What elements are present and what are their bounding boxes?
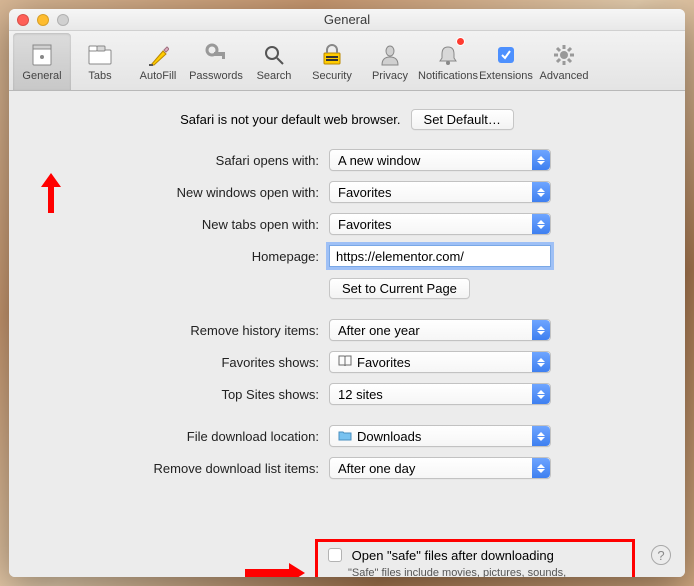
window-title: General <box>9 12 685 27</box>
favorites-shows-select[interactable]: Favorites <box>329 351 551 373</box>
remove-history-label: Remove history items: <box>29 323 329 338</box>
chevron-updown-icon <box>532 320 550 340</box>
tab-label: Tabs <box>88 70 111 82</box>
favorites-shows-label: Favorites shows: <box>29 355 329 370</box>
tab-search[interactable]: Search <box>245 33 303 90</box>
tab-autofill[interactable]: AutoFill <box>129 33 187 90</box>
download-location-select[interactable]: Downloads <box>329 425 551 447</box>
extensions-icon <box>495 42 517 68</box>
advanced-icon <box>553 42 575 68</box>
tab-advanced[interactable]: Advanced <box>535 33 593 90</box>
opens-with-select[interactable]: A new window <box>329 149 551 171</box>
content-pane: Safari is not your default web browser. … <box>9 91 685 577</box>
tab-label: Advanced <box>540 70 589 82</box>
homepage-label: Homepage: <box>29 249 329 264</box>
chevron-updown-icon <box>532 384 550 404</box>
safe-files-description: "Safe" files include movies, pictures, s… <box>348 566 568 577</box>
safe-files-label: Open "safe" files after downloading <box>352 548 554 563</box>
safe-files-row: Open "safe" files after downloading <box>328 548 622 563</box>
tab-label: Search <box>257 70 292 82</box>
preferences-toolbar: General Tabs AutoFill Passwords Search <box>9 31 685 91</box>
notifications-icon <box>437 42 459 68</box>
tab-tabs[interactable]: Tabs <box>71 33 129 90</box>
tab-privacy[interactable]: Privacy <box>361 33 419 90</box>
tabs-icon <box>88 42 112 68</box>
tab-security[interactable]: Security <box>303 33 361 90</box>
annotation-arrow-up <box>41 173 61 213</box>
new-tabs-select[interactable]: Favorites <box>329 213 551 235</box>
tab-general[interactable]: General <box>13 33 71 90</box>
tab-label: Privacy <box>372 70 408 82</box>
minimize-button[interactable] <box>37 14 49 26</box>
tab-passwords[interactable]: Passwords <box>187 33 245 90</box>
folder-icon <box>338 429 352 444</box>
chevron-updown-icon <box>532 458 550 478</box>
chevron-updown-icon <box>532 426 550 446</box>
traffic-lights <box>17 14 69 26</box>
tab-label: Security <box>312 70 352 82</box>
homepage-field[interactable] <box>329 245 551 267</box>
tab-extensions[interactable]: Extensions <box>477 33 535 90</box>
annotation-highlight-box: Open "safe" files after downloading "Saf… <box>315 539 635 577</box>
new-windows-label: New windows open with: <box>29 185 329 200</box>
remove-downloads-select[interactable]: After one day <box>329 457 551 479</box>
passwords-icon <box>205 42 227 68</box>
tab-label: General <box>22 70 61 82</box>
book-icon <box>338 355 352 370</box>
set-to-current-page-button[interactable]: Set to Current Page <box>329 278 470 299</box>
tab-notifications[interactable]: Notifications <box>419 33 477 90</box>
tab-label: Extensions <box>479 70 533 82</box>
chevron-updown-icon <box>532 352 550 372</box>
new-tabs-label: New tabs open with: <box>29 217 329 232</box>
chevron-updown-icon <box>532 214 550 234</box>
safe-files-checkbox[interactable] <box>328 548 342 562</box>
search-icon <box>263 42 285 68</box>
set-default-button[interactable]: Set Default… <box>411 109 514 130</box>
autofill-icon <box>147 42 169 68</box>
general-icon <box>31 42 53 68</box>
new-windows-select[interactable]: Favorites <box>329 181 551 203</box>
close-button[interactable] <box>17 14 29 26</box>
top-sites-label: Top Sites shows: <box>29 387 329 402</box>
zoom-button[interactable] <box>57 14 69 26</box>
remove-downloads-label: Remove download list items: <box>29 461 329 476</box>
chevron-updown-icon <box>532 182 550 202</box>
chevron-updown-icon <box>532 150 550 170</box>
tab-label: Passwords <box>189 70 243 82</box>
preferences-window: General General Tabs AutoFill Passwords <box>9 9 685 577</box>
tab-label: AutoFill <box>140 70 177 82</box>
default-browser-message: Safari is not your default web browser. <box>180 112 400 127</box>
tab-label: Notifications <box>418 70 478 82</box>
opens-with-label: Safari opens with: <box>29 153 329 168</box>
remove-history-select[interactable]: After one year <box>329 319 551 341</box>
notification-badge <box>456 37 465 46</box>
top-sites-select[interactable]: 12 sites <box>329 383 551 405</box>
annotation-arrow-right <box>245 563 305 577</box>
privacy-icon <box>379 42 401 68</box>
titlebar: General <box>9 9 685 31</box>
help-button[interactable]: ? <box>651 545 671 565</box>
download-location-label: File download location: <box>29 429 329 444</box>
security-icon <box>321 42 343 68</box>
